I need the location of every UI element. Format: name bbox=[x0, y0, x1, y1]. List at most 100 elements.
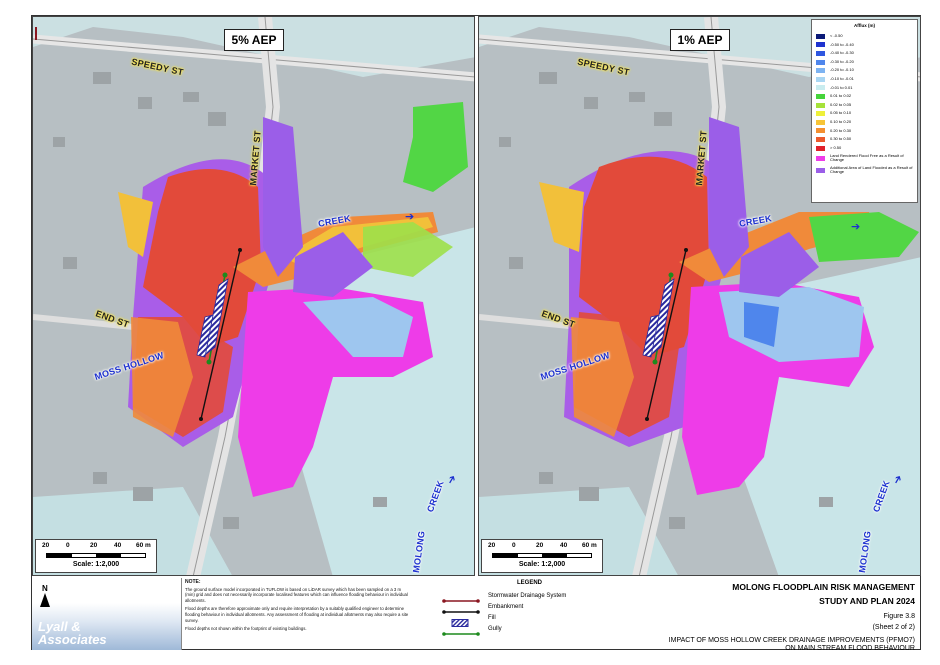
afflux-legend-label: -0.40 to -0.30 bbox=[830, 50, 854, 56]
afflux-swatch bbox=[816, 102, 825, 108]
afflux-legend-item: 0.01 to 0.02 bbox=[816, 92, 913, 101]
note-paragraph: The ground surface model incorporated in… bbox=[185, 586, 408, 603]
symbol-legend-item: Gully bbox=[442, 623, 617, 636]
afflux-legend-label: > 0.50 bbox=[830, 144, 842, 150]
afflux-legend-label: -0.10 to -0.01 bbox=[830, 76, 854, 82]
afflux-legend-label: 0.02 to 0.05 bbox=[830, 101, 852, 107]
scale-label: Scale: 1:2,000 bbox=[72, 561, 120, 568]
project-title-line-1: MOLONG FLOODPLAIN RISK MANAGEMENT bbox=[732, 582, 915, 592]
afflux-swatch bbox=[816, 50, 825, 56]
scale-ticks: 20 0 20 40 60 m bbox=[488, 542, 600, 552]
afflux-legend-item: -0.30 to -0.20 bbox=[816, 58, 913, 67]
afflux-swatch bbox=[816, 136, 825, 142]
aep-label: 1% AEP bbox=[670, 29, 730, 51]
line-symbol-icon bbox=[442, 603, 480, 614]
north-logo-panel: N Lyall & Associates bbox=[32, 578, 182, 650]
north-arrow-icon bbox=[40, 593, 50, 607]
afflux-swatch bbox=[816, 59, 825, 65]
afflux-legend-item: 0.20 to 0.30 bbox=[816, 127, 913, 136]
afflux-legend-label: -0.50 to -0.40 bbox=[830, 41, 854, 47]
symbol-legend-label: Fill bbox=[488, 614, 496, 621]
map-left-graphic bbox=[33, 17, 474, 575]
afflux-legend-label: -0.01 to 0.01 bbox=[830, 84, 853, 90]
afflux-legend-item: 0.30 to 0.50 bbox=[816, 135, 913, 144]
title-block: N Lyall & Associates NOTE: The ground su… bbox=[32, 578, 920, 652]
figure-description-line-2: ON MAIN STREAM FLOOD BEHAVIOUR bbox=[785, 645, 915, 652]
line-symbol-icon bbox=[442, 625, 480, 636]
afflux-legend-item: 0.10 to 0.20 bbox=[816, 118, 913, 127]
afflux-legend-item: < -0.50 bbox=[816, 32, 913, 41]
figure-description-line-1: IMPACT OF MOSS HOLLOW CREEK DRAINAGE IMP… bbox=[668, 636, 915, 644]
symbol-legend-item: Embankment bbox=[442, 601, 617, 614]
scale-ticks: 20 0 20 40 60 m bbox=[42, 542, 154, 552]
afflux-legend-label: Additional Area of Land Flooded as a Res… bbox=[830, 164, 913, 175]
afflux-legend-label: -0.30 to -0.20 bbox=[830, 58, 854, 64]
afflux-legend-label: Land Rendered Flood Free as a Result of … bbox=[830, 152, 904, 163]
scale-label: Scale: 1:2,000 bbox=[518, 561, 566, 568]
notes-panel: NOTE: The ground surface model incorpora… bbox=[185, 579, 410, 648]
afflux-legend-item: > 0.50 bbox=[816, 144, 913, 153]
scale-tick: 20 bbox=[536, 542, 544, 549]
afflux-swatch bbox=[816, 128, 825, 134]
sheet-number: (Sheet 2 of 2) bbox=[872, 624, 915, 631]
afflux-legend-label: 0.05 to 0.10 bbox=[830, 110, 852, 116]
symbol-legend-label: Stormwater Drainage System bbox=[488, 592, 567, 599]
company-logo: Lyall & Associates bbox=[38, 620, 107, 646]
afflux-legend-item: 0.05 to 0.10 bbox=[816, 109, 913, 118]
figure-sheet: 5% AEP SPEEDY ST MARKET ST CREEK ➔ END S… bbox=[31, 15, 921, 652]
scale-bar-box: 20 0 20 40 60 m Scale: 1:2,000 bbox=[481, 539, 603, 573]
afflux-legend: Afflux (m) < -0.50 -0.50 to -0.40 -0.40 to… bbox=[811, 19, 918, 203]
afflux-swatch bbox=[816, 155, 825, 161]
legend-title: LEGEND bbox=[516, 580, 542, 586]
scale-tick: 0 bbox=[512, 542, 516, 549]
scale-bar bbox=[46, 553, 146, 558]
scale-tick: 0 bbox=[66, 542, 70, 549]
scale-bar-box: 20 0 20 40 60 m Scale: 1:2,000 bbox=[35, 539, 157, 573]
afflux-legend-label: 0.30 to 0.50 bbox=[830, 136, 852, 142]
afflux-swatch bbox=[816, 167, 825, 173]
afflux-legend-label: -0.20 to -0.10 bbox=[830, 67, 854, 73]
afflux-legend-item: -0.01 to 0.01 bbox=[816, 84, 913, 93]
afflux-swatch bbox=[816, 111, 825, 117]
figure-number: Figure 3.8 bbox=[883, 613, 915, 620]
afflux-legend-item: 0.02 to 0.05 bbox=[816, 101, 913, 110]
afflux-swatch bbox=[816, 85, 825, 91]
scale-tick: 60 m bbox=[582, 542, 597, 549]
afflux-swatch bbox=[816, 93, 825, 99]
symbol-legend-item: Stormwater Drainage System bbox=[442, 590, 617, 603]
scale-tick: 60 m bbox=[136, 542, 151, 549]
afflux-legend-item: Land Rendered Flood Free as a Result of … bbox=[816, 152, 913, 164]
north-label: N bbox=[42, 584, 48, 593]
scale-tick: 40 bbox=[114, 542, 122, 549]
symbol-legend-label: Gully bbox=[488, 625, 502, 632]
symbol-legend-item: Fill bbox=[442, 612, 617, 627]
scale-tick: 20 bbox=[90, 542, 98, 549]
afflux-legend-label: 0.20 to 0.30 bbox=[830, 127, 852, 133]
afflux-legend-item: -0.10 to -0.01 bbox=[816, 75, 913, 84]
afflux-legend-title: Afflux (m) bbox=[854, 23, 875, 28]
scale-bar bbox=[492, 553, 592, 558]
flow-direction-arrow-icon: ➔ bbox=[405, 210, 415, 223]
flow-direction-arrow-icon: ➔ bbox=[851, 220, 861, 233]
afflux-legend-label: < -0.50 bbox=[830, 33, 843, 39]
line-symbol-icon bbox=[442, 592, 480, 603]
afflux-swatch bbox=[816, 119, 825, 125]
afflux-swatch bbox=[816, 33, 825, 39]
scale-tick: 20 bbox=[488, 542, 496, 549]
afflux-legend-label: 0.10 to 0.20 bbox=[830, 118, 852, 124]
afflux-legend-item: Additional Area of Land Flooded as a Res… bbox=[816, 164, 913, 176]
afflux-swatch bbox=[816, 68, 825, 74]
afflux-legend-item: -0.50 to -0.40 bbox=[816, 41, 913, 50]
map-1pct-aep[interactable]: 1% AEP SPEEDY ST MARKET ST CREEK ➔ END S… bbox=[478, 16, 921, 576]
afflux-swatch bbox=[816, 42, 825, 48]
afflux-swatch bbox=[816, 76, 825, 82]
afflux-swatch bbox=[816, 145, 825, 151]
symbol-legend: LEGEND Stormwater Drainage System Embankm… bbox=[442, 578, 617, 650]
scale-tick: 20 bbox=[42, 542, 50, 549]
fill-hatch-icon bbox=[442, 614, 480, 627]
note-paragraph: Flood depths not shown within the footpr… bbox=[185, 626, 307, 632]
map-5pct-aep[interactable]: 5% AEP SPEEDY ST MARKET ST CREEK ➔ END S… bbox=[32, 16, 475, 576]
symbol-legend-label: Embankment bbox=[488, 603, 524, 610]
project-title-line-2: STUDY AND PLAN 2024 bbox=[819, 596, 915, 606]
afflux-legend-label: 0.01 to 0.02 bbox=[830, 93, 852, 99]
